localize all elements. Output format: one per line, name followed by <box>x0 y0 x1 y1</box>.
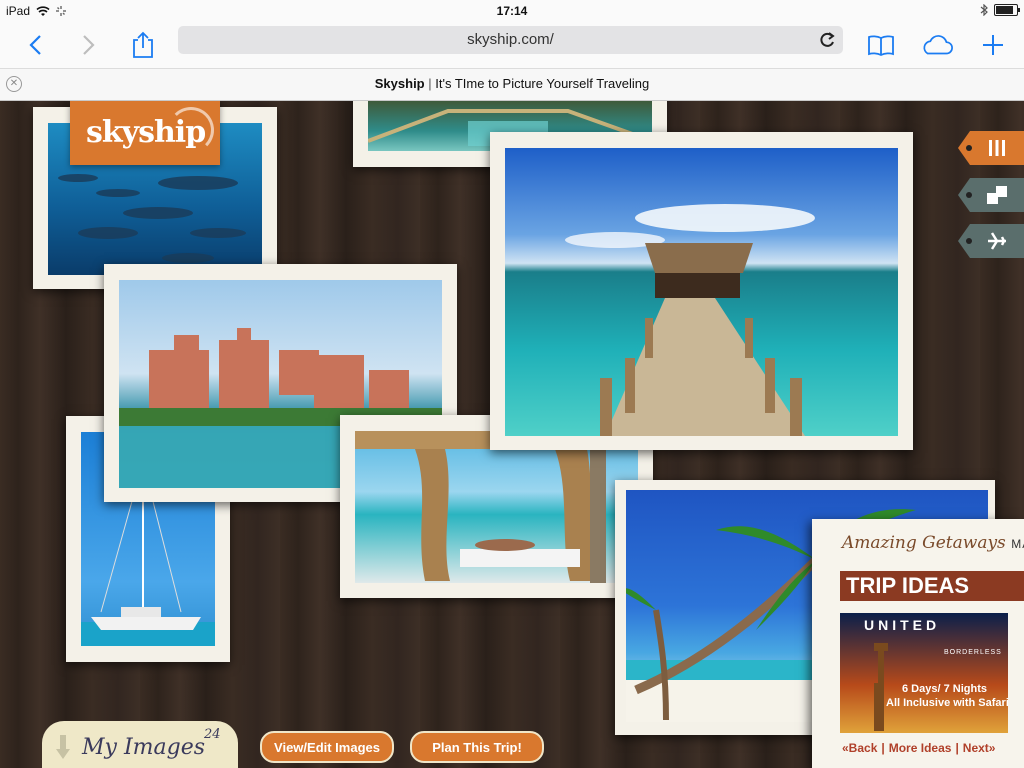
back-button[interactable] <box>18 28 52 62</box>
airplane-icon <box>988 232 1006 250</box>
more-ideas-link[interactable]: More Ideas <box>889 741 952 755</box>
page-content: skyship Amazing Getaways M TRIP IDEAS UN… <box>0 101 1024 768</box>
my-images-tab[interactable]: My Images 24 <box>42 721 238 768</box>
menu-tag[interactable] <box>958 131 1024 165</box>
spa-photo <box>355 431 638 583</box>
next-link[interactable]: Next» <box>963 741 996 755</box>
tab-title[interactable]: Skyship | It's TIme to Picture Yourself … <box>0 76 1024 91</box>
dock-photo <box>505 148 898 436</box>
layout-tag[interactable] <box>958 178 1024 212</box>
battery-icon <box>994 4 1020 16</box>
chevron-right-icon <box>83 35 95 55</box>
address-bar[interactable]: skyship.com/ <box>178 26 843 54</box>
skyship-logo[interactable]: skyship <box>70 101 220 165</box>
bluetooth-icon <box>980 4 988 16</box>
book-icon <box>868 35 894 56</box>
status-time: 17:14 <box>496 4 528 18</box>
my-images-count: 24 <box>204 727 221 742</box>
ad-offer-line2: All Inclusive with Safari <box>886 697 1008 709</box>
spa-photo-art <box>355 431 638 583</box>
back-link[interactable]: «Back <box>842 741 877 755</box>
magazine-title-suffix: MAGAZIN <box>1011 537 1024 551</box>
forward-button[interactable] <box>72 28 106 62</box>
browser-toolbar: skyship.com/ <box>0 22 1024 69</box>
magazine-nav: «Back | More Ideas | Next» <box>842 741 996 755</box>
plan-trip-button[interactable]: Plan This Trip! <box>410 731 544 763</box>
flight-tag[interactable] <box>958 224 1024 258</box>
bars-icon <box>989 140 1005 156</box>
bookmarks-button[interactable] <box>864 28 898 62</box>
tag-hole <box>966 238 972 244</box>
magazine-title-main: Amazing Getaways <box>842 533 1006 553</box>
tag-hole <box>966 192 972 198</box>
tab-bar: ✕ Skyship | It's TIme to Picture Yoursel… <box>0 69 1024 101</box>
tab-title-rest: It's TIme to Picture Yourself Traveling <box>435 76 650 91</box>
cloud-icon <box>923 35 953 55</box>
magazine-title: Amazing Getaways MAGAZIN <box>842 533 1024 553</box>
layout-icon <box>987 186 1007 204</box>
tag-hole <box>966 145 972 151</box>
plus-icon <box>983 35 1003 55</box>
my-images-label: My Images <box>82 735 206 760</box>
share-button[interactable] <box>126 28 160 62</box>
down-arrow-icon <box>56 735 70 759</box>
logo-swoosh-icon <box>168 107 214 153</box>
url-text: skyship.com/ <box>467 31 554 48</box>
ad-tagline: BORDERLESS <box>944 649 1002 656</box>
status-bar: iPad 17:14 <box>0 0 1024 22</box>
cloud-tabs-button[interactable] <box>920 28 954 62</box>
ad-brand: UNITED <box>864 617 941 633</box>
new-tab-button[interactable] <box>976 28 1010 62</box>
reload-icon[interactable] <box>817 30 837 50</box>
trip-ideas-magazine[interactable]: Amazing Getaways MAGAZIN TRIP IDEAS UNIT… <box>812 519 1024 768</box>
chevron-left-icon <box>29 35 41 55</box>
trip-ideas-heading: TRIP IDEAS <box>840 571 1024 601</box>
united-ad[interactable]: UNITED BORDERLESS 6 Days/ 7 Nights All I… <box>840 613 1008 733</box>
dock-photo-art <box>565 204 815 436</box>
view-edit-images-button[interactable]: View/Edit Images <box>260 731 394 763</box>
tab-title-site: Skyship <box>374 76 425 91</box>
ad-offer-line1: 6 Days/ 7 Nights <box>902 683 987 695</box>
photo-frame-dock[interactable] <box>490 132 913 450</box>
share-icon <box>133 31 153 58</box>
